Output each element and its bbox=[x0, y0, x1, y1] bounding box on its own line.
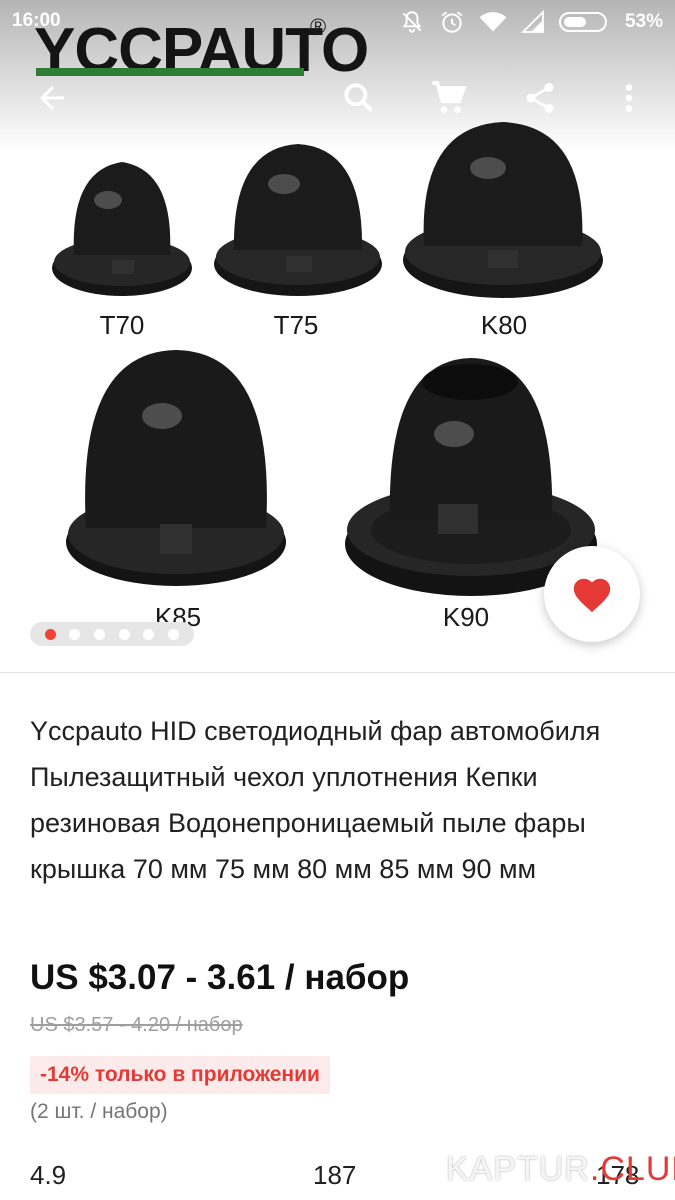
signal-icon bbox=[520, 10, 544, 33]
battery-icon bbox=[558, 12, 607, 32]
cap-label-t75: T75 bbox=[273, 310, 319, 340]
battery-percent: 53% bbox=[624, 11, 663, 32]
more-vert-icon bbox=[625, 84, 633, 112]
back-arrow-icon bbox=[40, 86, 64, 110]
status-icons: 53% bbox=[399, 9, 663, 35]
alarm-icon bbox=[441, 11, 463, 33]
share-icon bbox=[526, 83, 554, 113]
wishlist-button[interactable] bbox=[544, 546, 640, 642]
pager-dot-3[interactable] bbox=[94, 628, 106, 640]
pack-size: (2 шт. / набор) bbox=[30, 1100, 168, 1123]
cap-label-k90: K90 bbox=[442, 602, 490, 632]
original-price: US $3.57 - 4.20 / набор bbox=[30, 1014, 243, 1036]
image-pager bbox=[30, 622, 194, 646]
dnd-off-icon bbox=[402, 11, 422, 33]
rating-value[interactable]: 4.9 bbox=[30, 1160, 66, 1191]
back-button[interactable] bbox=[28, 74, 76, 122]
more-options-button[interactable] bbox=[605, 74, 653, 122]
cart-button[interactable] bbox=[425, 74, 473, 122]
pager-dot-6[interactable] bbox=[168, 628, 180, 640]
pager-dot-2[interactable] bbox=[69, 628, 81, 640]
pager-dot-4[interactable] bbox=[118, 628, 130, 640]
watermark-left: KAPTUR bbox=[446, 1150, 590, 1188]
product-title: Yccpauto HID светодиодный фар автомобиля… bbox=[30, 716, 601, 884]
heart-icon bbox=[573, 578, 611, 613]
status-time: 16:00 bbox=[12, 10, 61, 31]
status-bar: 16:00 53% bbox=[0, 0, 675, 44]
search-icon bbox=[344, 83, 374, 113]
share-button[interactable] bbox=[516, 74, 564, 122]
cap-image-t70 bbox=[52, 162, 192, 296]
search-button[interactable] bbox=[335, 74, 383, 122]
cap-image-k80 bbox=[403, 122, 603, 298]
cart-icon bbox=[432, 81, 467, 113]
app-bar bbox=[0, 66, 675, 130]
watermark: KAPTUR.CLUB bbox=[446, 1150, 675, 1189]
cap-image-t75 bbox=[214, 144, 382, 296]
product-price: US $3.07 - 3.61 / набор bbox=[30, 958, 410, 997]
cap-image-k85 bbox=[66, 350, 286, 586]
watermark-right: .CLUB bbox=[589, 1150, 675, 1188]
pager-dot-1[interactable] bbox=[44, 628, 56, 640]
cap-label-t70: T70 bbox=[99, 310, 145, 340]
reviews-count[interactable]: 187 bbox=[313, 1160, 356, 1191]
section-divider bbox=[0, 672, 675, 673]
pager-dot-5[interactable] bbox=[143, 628, 155, 640]
wifi-icon bbox=[479, 12, 507, 32]
cap-label-k80: K80 bbox=[480, 310, 528, 340]
app-discount-badge: -14% только в приложении bbox=[30, 1056, 330, 1094]
